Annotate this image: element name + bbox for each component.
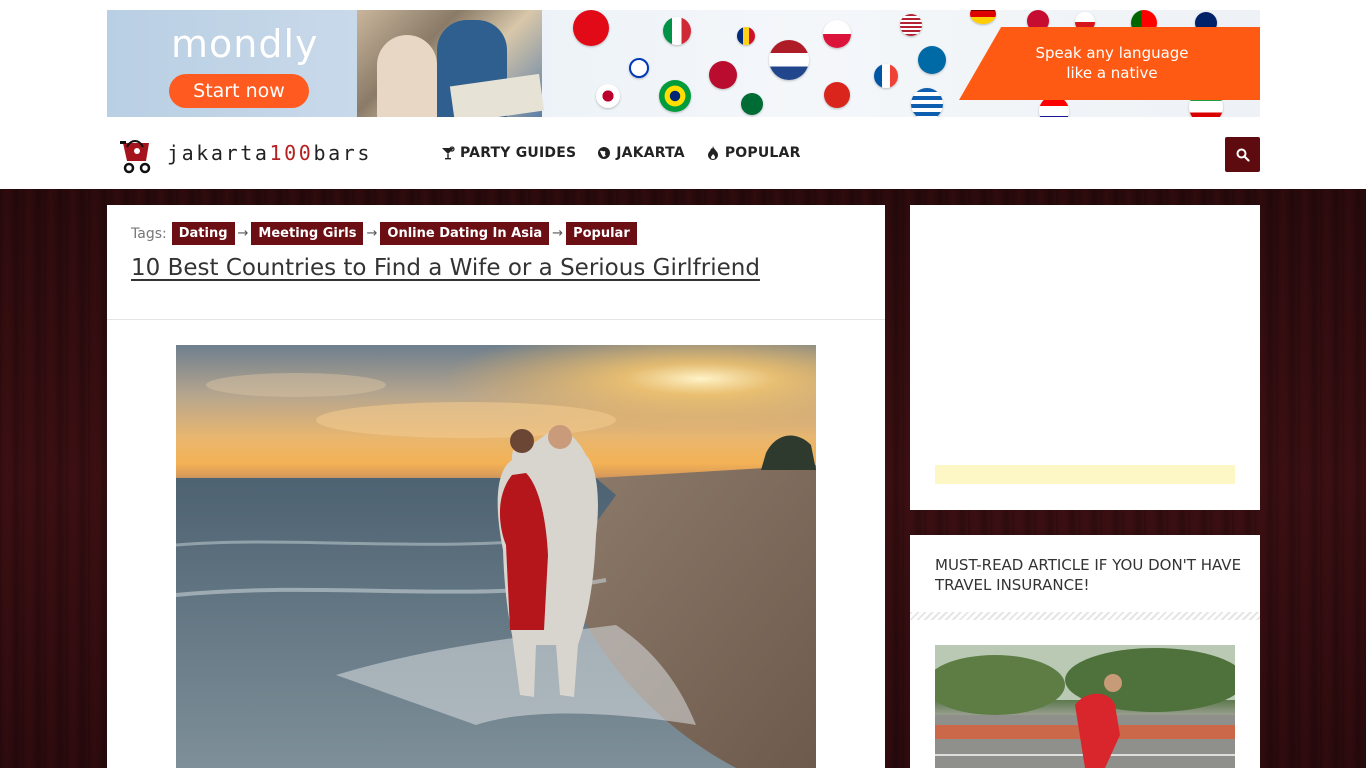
mondly-banner-ad[interactable]: mondly Start now Speak any language like…	[107, 10, 1260, 117]
brazil-flag-icon	[659, 80, 691, 112]
main-navigation: PARTY GUIDES JAKARTA POPULAR	[440, 145, 821, 161]
netherlands-flag-icon	[769, 40, 809, 80]
article-header-divider	[107, 319, 885, 320]
site-wordmark: jakarta100bars	[167, 141, 372, 165]
nav-popular[interactable]: POPULAR	[705, 145, 801, 161]
tag-separator: →	[552, 226, 564, 241]
article-hero-image	[176, 345, 816, 768]
romania-flag-icon	[737, 27, 755, 45]
site-logo[interactable]: jakarta100bars	[115, 131, 405, 177]
street-runner-illustration	[935, 645, 1235, 768]
promo-title[interactable]: MUST-READ ARTICLE IF YOU DON'T HAVE TRAV…	[935, 555, 1245, 595]
banner-tagline: Speak any language like a native	[1012, 43, 1212, 83]
sidebar-promo-widget: MUST-READ ARTICLE IF YOU DON'T HAVE TRAV…	[910, 535, 1260, 768]
tag-dating[interactable]: Dating	[171, 222, 235, 245]
wordmark-prefix: jakarta	[167, 141, 270, 165]
nav-party-guides[interactable]: PARTY GUIDES	[440, 145, 576, 161]
search-button[interactable]	[1225, 137, 1260, 172]
banner-photo	[357, 10, 545, 117]
france-flag-icon	[874, 64, 898, 88]
fire-icon	[705, 145, 721, 161]
italy-flag-icon	[663, 17, 691, 45]
search-icon	[1236, 148, 1250, 162]
banner-tagline-line2: like a native	[1066, 64, 1158, 82]
turkey-flag-icon	[573, 10, 609, 46]
arabic-flag-icon	[741, 93, 763, 115]
banner-person-woman	[377, 35, 437, 117]
tag-separator: →	[237, 226, 249, 241]
promo-article-image[interactable]	[935, 645, 1235, 768]
start-now-button[interactable]: Start now	[169, 74, 309, 108]
tag-separator: →	[366, 226, 378, 241]
globe-icon	[596, 145, 612, 161]
wordmark-suffix: bars	[313, 141, 373, 165]
nav-jakarta-label: JAKARTA	[616, 145, 685, 161]
israel-flag-icon	[629, 58, 649, 78]
banner-tagline-line1: Speak any language	[1035, 44, 1189, 62]
nav-jakarta[interactable]: JAKARTA	[596, 145, 685, 161]
poland-flag-icon	[823, 20, 851, 48]
mondly-logo: mondly	[171, 22, 319, 66]
greece-flag-icon	[911, 88, 943, 117]
norway-flag-icon	[709, 61, 737, 89]
japan-flag-icon	[596, 84, 620, 108]
sweden-flag-icon	[918, 46, 946, 74]
tag-popular[interactable]: Popular	[566, 222, 637, 245]
tag-online-dating-in-asia[interactable]: Online Dating In Asia	[380, 222, 550, 245]
article-card: Tags: Dating → Meeting Girls → Online Da…	[107, 205, 885, 768]
wordmark-accent: 100	[269, 141, 314, 165]
site-header: jakarta100bars PARTY GUIDES JAKARTA POPU…	[0, 117, 1366, 189]
article-title[interactable]: 10 Best Countries to Find a Wife or a Se…	[131, 255, 871, 281]
tags-label: Tags:	[131, 225, 167, 242]
nav-popular-label: POPULAR	[724, 145, 801, 161]
cocktail-icon	[440, 145, 456, 161]
sidebar-ad-widget[interactable]	[910, 205, 1260, 510]
germany-flag-icon	[970, 10, 996, 24]
usa-flag-icon	[900, 14, 922, 36]
vietnam-flag-icon	[824, 82, 850, 108]
article-tags: Tags: Dating → Meeting Girls → Online Da…	[131, 222, 637, 245]
ad-placeholder-strip	[935, 465, 1235, 484]
widget-title-divider	[910, 612, 1260, 620]
tag-meeting-girls[interactable]: Meeting Girls	[251, 222, 364, 245]
shopping-cart-logo-icon	[120, 140, 151, 174]
beach-couple-illustration	[176, 345, 816, 768]
nav-party-guides-label: PARTY GUIDES	[460, 145, 577, 161]
